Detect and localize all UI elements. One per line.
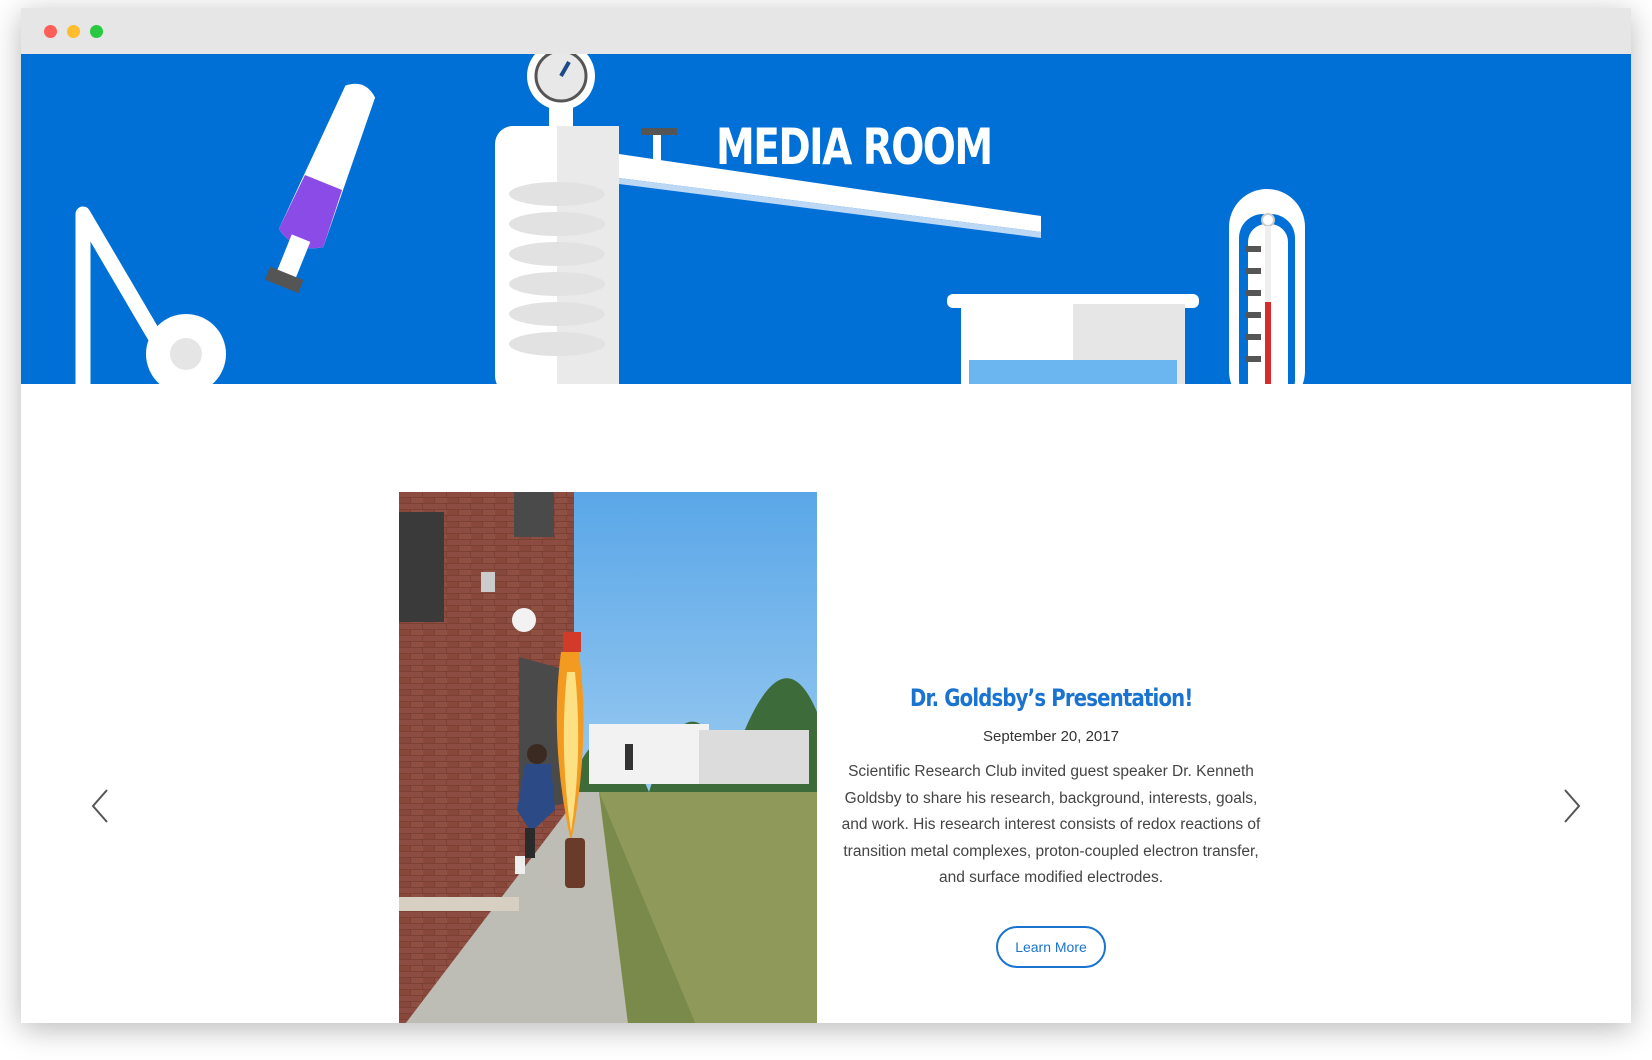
chevron-left-icon[interactable] — [87, 786, 115, 826]
slide-date: September 20, 2017 — [983, 728, 1119, 745]
slide-title: Dr. Goldsby’s Presentation! — [909, 684, 1193, 712]
lab-equipment-illustration — [75, 54, 1305, 384]
media-carousel: Dr. Goldsby’s Presentation! September 20… — [21, 384, 1631, 1023]
minimize-window-button[interactable] — [67, 25, 80, 38]
browser-window: MEDIA ROOM Dr. Goldsby’s Presentation! S… — [21, 8, 1631, 1023]
slide-photo — [399, 492, 817, 1023]
chevron-right-icon[interactable] — [1557, 786, 1585, 826]
page-title: MEDIA ROOM — [716, 118, 993, 176]
learn-more-button[interactable]: Learn More — [996, 925, 1106, 968]
slide-description: Scientific Research Club invited guest s… — [841, 763, 1261, 886]
close-window-button[interactable] — [44, 25, 57, 38]
slide-card: Dr. Goldsby’s Presentation! September 20… — [836, 684, 1266, 968]
hero-banner: MEDIA ROOM — [21, 54, 1631, 384]
window-titlebar — [21, 8, 1631, 54]
maximize-window-button[interactable] — [90, 25, 103, 38]
